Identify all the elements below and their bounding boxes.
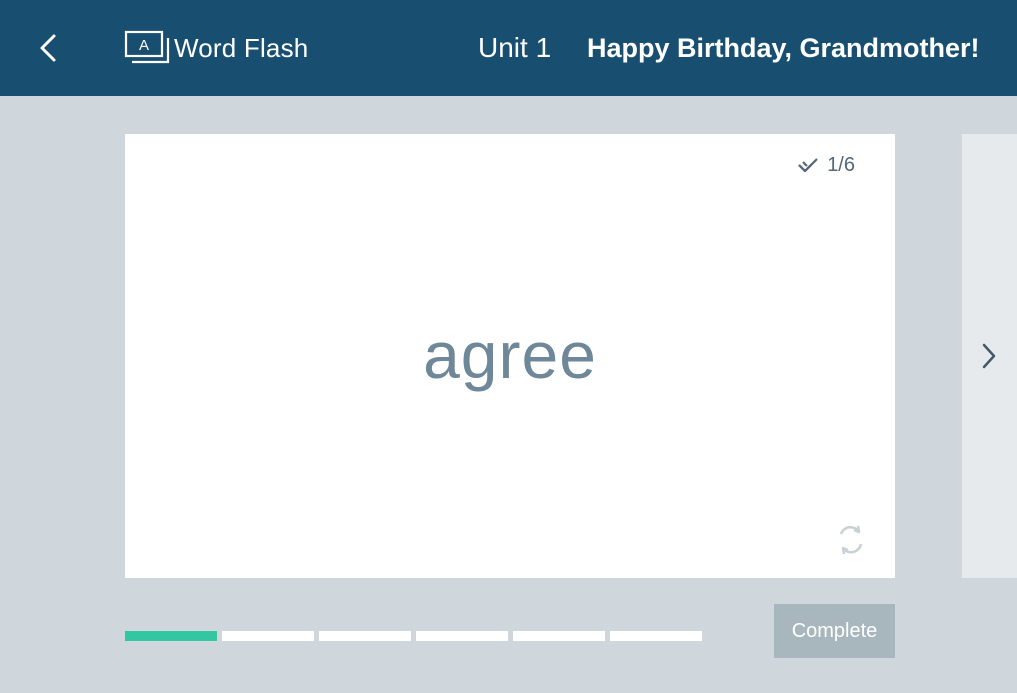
card-progress-text: 1/6 <box>827 154 855 176</box>
brand-icon-letter: A <box>139 37 149 54</box>
complete-button[interactable]: Complete <box>774 604 895 658</box>
app-title: Word Flash <box>174 32 309 63</box>
flip-button[interactable] <box>833 522 869 558</box>
progress-segment <box>610 631 702 641</box>
progress-segment <box>125 631 217 641</box>
flashcard[interactable]: 1/6 agree <box>125 134 895 578</box>
chevron-right-icon <box>982 343 996 369</box>
back-button[interactable] <box>30 28 66 68</box>
app-header: A Word Flash Unit 1 Happy Birthday, Gran… <box>0 0 1017 96</box>
flashcard-icon: A <box>124 30 170 64</box>
progress-segment <box>513 631 605 641</box>
next-card-button[interactable] <box>962 134 1017 578</box>
chevron-left-icon <box>40 34 56 62</box>
progress-segment <box>416 631 508 641</box>
progress-segment <box>319 631 411 641</box>
progress-segment <box>222 631 314 641</box>
card-progress: 1/6 <box>797 154 855 177</box>
flashcard-word: agree <box>423 318 597 392</box>
unit-label: Unit 1 <box>478 32 552 63</box>
progress-bar <box>125 631 702 641</box>
flip-arrows-icon <box>839 525 863 555</box>
brand: A Word Flash <box>124 28 308 68</box>
double-check-icon <box>798 157 818 172</box>
lesson-title: Happy Birthday, Grandmother! <box>587 33 980 63</box>
